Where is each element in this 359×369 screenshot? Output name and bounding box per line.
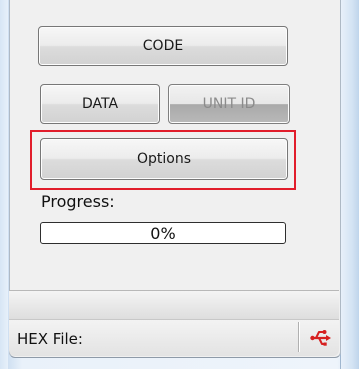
status-divider bbox=[298, 322, 299, 352]
unit-id-button[interactable]: UNIT ID bbox=[168, 84, 290, 124]
data-button[interactable]: DATA bbox=[40, 84, 160, 124]
usb-icon[interactable] bbox=[309, 326, 333, 350]
progress-value: 0% bbox=[150, 223, 176, 243]
toolbar-strip bbox=[9, 290, 339, 320]
data-button-label: DATA bbox=[81, 96, 119, 112]
code-button-label: CODE bbox=[142, 38, 184, 54]
status-bar: HEX File: bbox=[9, 320, 339, 356]
progress-label: Progress: bbox=[41, 192, 115, 211]
options-button-label: Options bbox=[136, 151, 192, 167]
unit-id-button-label: UNIT ID bbox=[202, 96, 256, 112]
code-button[interactable]: CODE bbox=[38, 26, 288, 66]
progress-bar: 0% bbox=[40, 222, 286, 244]
window-border-right[interactable] bbox=[340, 0, 359, 369]
hex-file-label: HEX File: bbox=[17, 330, 83, 348]
window-border-left bbox=[0, 0, 8, 369]
options-button[interactable]: Options bbox=[40, 138, 288, 180]
